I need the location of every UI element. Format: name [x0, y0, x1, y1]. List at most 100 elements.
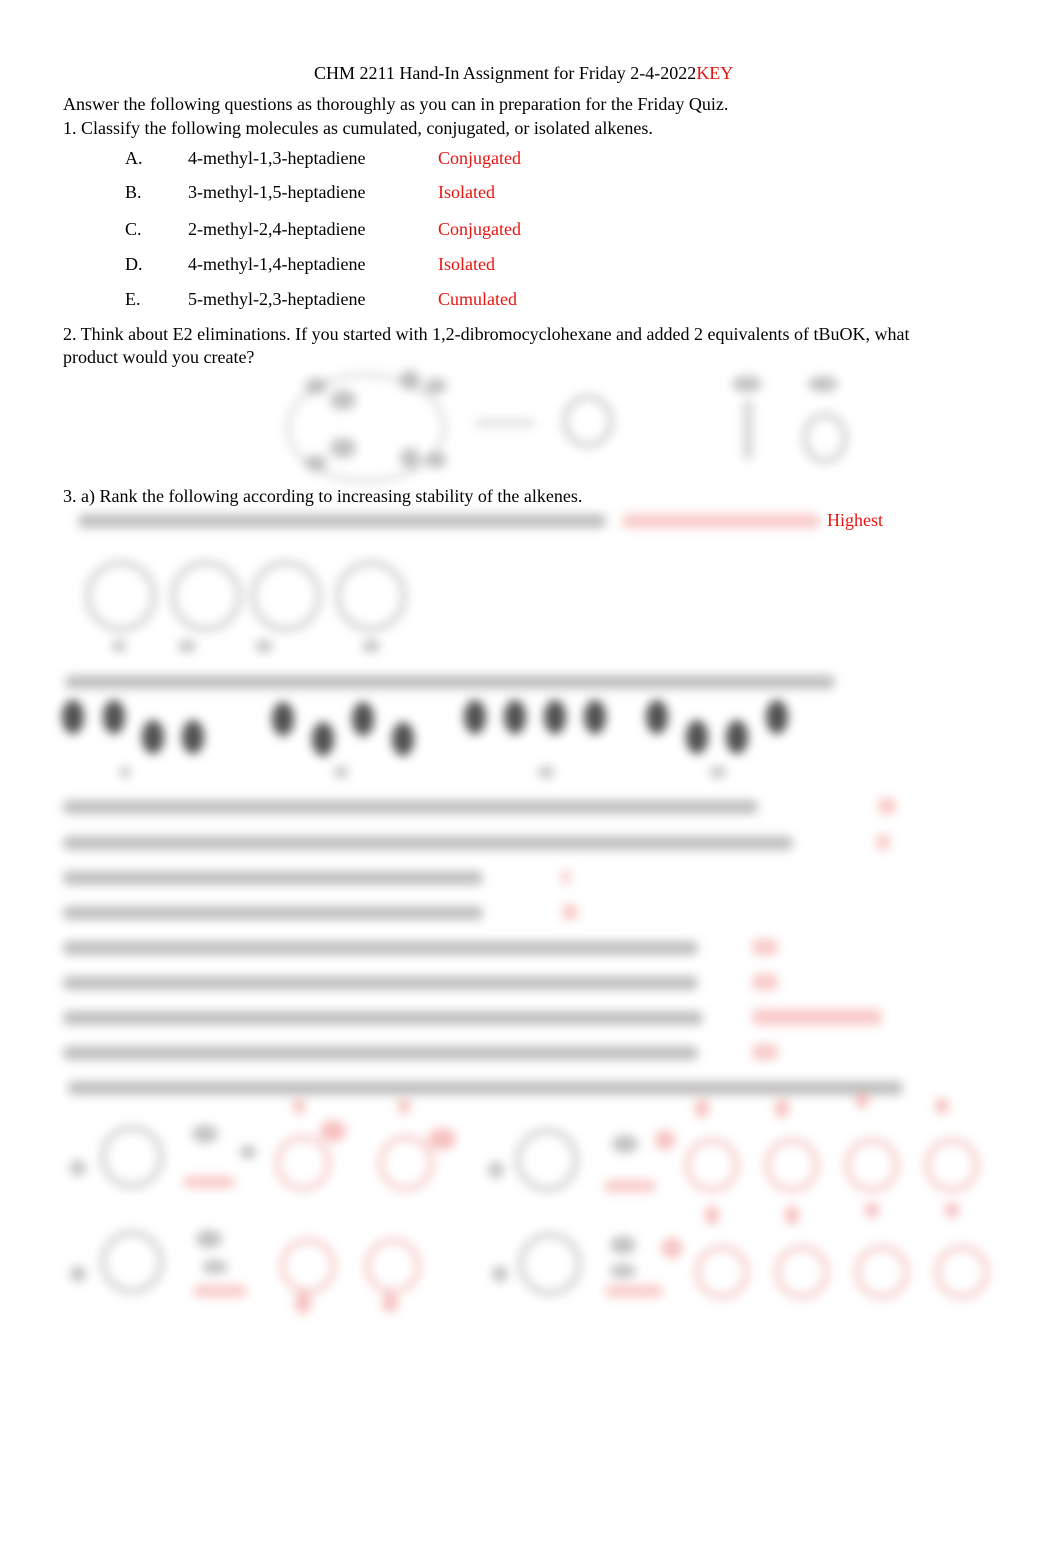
blurred-answer [752, 939, 778, 955]
reaction-arrow [475, 420, 535, 426]
orbital-lobe [103, 700, 125, 734]
title-text: CHM 2211 Hand-In Assignment for Friday 2… [314, 63, 697, 83]
reactant-ring [515, 1128, 579, 1192]
atom-label [330, 438, 356, 458]
product-substituent [655, 1130, 675, 1150]
q1-prompt: 1. Classify the following molecules as c… [63, 118, 653, 138]
item-letter: C. [125, 219, 142, 239]
reagent [240, 1145, 256, 1159]
atom-label [305, 455, 327, 471]
blurred-text-line [78, 514, 606, 528]
structure-label [112, 640, 126, 652]
orbital-lobe [544, 700, 566, 734]
product-ring [685, 1138, 739, 1192]
atom-label [330, 390, 356, 410]
blurred-answer [562, 869, 570, 885]
reactant-ring [100, 1125, 164, 1189]
blurred-answer [752, 974, 778, 990]
q2-prompt-line2: product would you create? [63, 347, 255, 367]
reagent [610, 1264, 636, 1278]
orbital-lobe [272, 702, 294, 736]
orbital-lobe [646, 700, 668, 734]
orbital-lobe [392, 722, 414, 756]
answer: Isolated [438, 254, 495, 274]
structure-label [255, 640, 273, 652]
product-ring [775, 1245, 829, 1299]
reaction-label [488, 1162, 504, 1178]
atom-label [732, 376, 762, 392]
orbital-lobe [352, 702, 374, 736]
blurred-text-line [63, 1011, 703, 1025]
product-substituent [662, 1238, 682, 1258]
blurred-answer [752, 1044, 778, 1060]
blurred-text-line [68, 1081, 903, 1095]
blurred-condition [183, 1176, 235, 1188]
product-ring [802, 412, 848, 464]
structure-label [178, 640, 196, 652]
reagent [610, 1236, 636, 1254]
orbital-lobe [504, 700, 526, 734]
orbital-lobe [142, 720, 164, 754]
blurred-answer [622, 514, 820, 528]
answer: Cumulated [438, 289, 517, 309]
product-substituent [935, 1098, 949, 1114]
orbital-lobe [62, 700, 84, 734]
product-substituent [695, 1098, 709, 1118]
product-ring [280, 1238, 336, 1294]
reaction-label [492, 1266, 508, 1282]
product-substituent [293, 1098, 305, 1114]
group-label [710, 766, 726, 778]
alkene-ring [85, 560, 157, 632]
product-substituent [945, 1202, 959, 1218]
reaction-label [70, 1266, 86, 1282]
key-label: KEY [696, 63, 734, 83]
orbital-lobe [182, 720, 204, 754]
product-substituent [428, 1128, 456, 1150]
product-substituent [785, 1205, 799, 1225]
reactant-ring [100, 1230, 164, 1294]
atom-label [400, 370, 420, 390]
atom-label [425, 378, 447, 394]
item-letter: A. [125, 148, 143, 168]
q3-prompt: 3. a) Rank the following according to in… [63, 486, 583, 506]
atom-label [400, 448, 420, 468]
answer: Isolated [438, 182, 495, 202]
blurred-condition [604, 1180, 656, 1192]
product-ring [925, 1138, 979, 1192]
product-substituent [865, 1202, 879, 1218]
molecule-name: 4-methyl-1,4-heptadiene [188, 254, 366, 274]
orbital-lobe [686, 720, 708, 754]
product-substituent [382, 1294, 398, 1312]
blurred-text-line [65, 675, 835, 689]
blurred-text-line [63, 836, 793, 850]
answer: Conjugated [438, 148, 521, 168]
document-title: CHM 2211 Hand-In Assignment for Friday 2… [314, 64, 733, 82]
product-ring [845, 1138, 899, 1192]
alkene-ring [170, 560, 242, 632]
orbital-lobe [726, 720, 748, 754]
blurred-answer [562, 904, 578, 920]
product-ring [935, 1245, 989, 1299]
product-ring [562, 394, 614, 448]
blurred-condition [605, 1285, 663, 1297]
bond-line [743, 400, 753, 460]
reagent [202, 1260, 228, 1274]
molecule-name: 3-methyl-1,5-heptadiene [188, 182, 366, 202]
blurred-text-line [63, 906, 483, 920]
product-substituent [398, 1098, 410, 1114]
blurred-condition [193, 1285, 247, 1297]
atom-label [808, 376, 838, 392]
molecule-name: 2-methyl-2,4-heptadiene [188, 219, 366, 239]
orbital-lobe [464, 700, 486, 734]
reactant-ring [518, 1232, 582, 1296]
item-letter: D. [125, 254, 143, 274]
blurred-text-line [63, 871, 483, 885]
orbital-lobe [584, 700, 606, 734]
group-label [120, 766, 130, 778]
atom-label [305, 378, 327, 394]
alkene-ring [250, 560, 322, 632]
product-substituent [705, 1205, 719, 1225]
intro-text: Answer the following questions as thorou… [63, 94, 729, 114]
blurred-answer [876, 834, 890, 850]
product-ring [378, 1135, 434, 1191]
